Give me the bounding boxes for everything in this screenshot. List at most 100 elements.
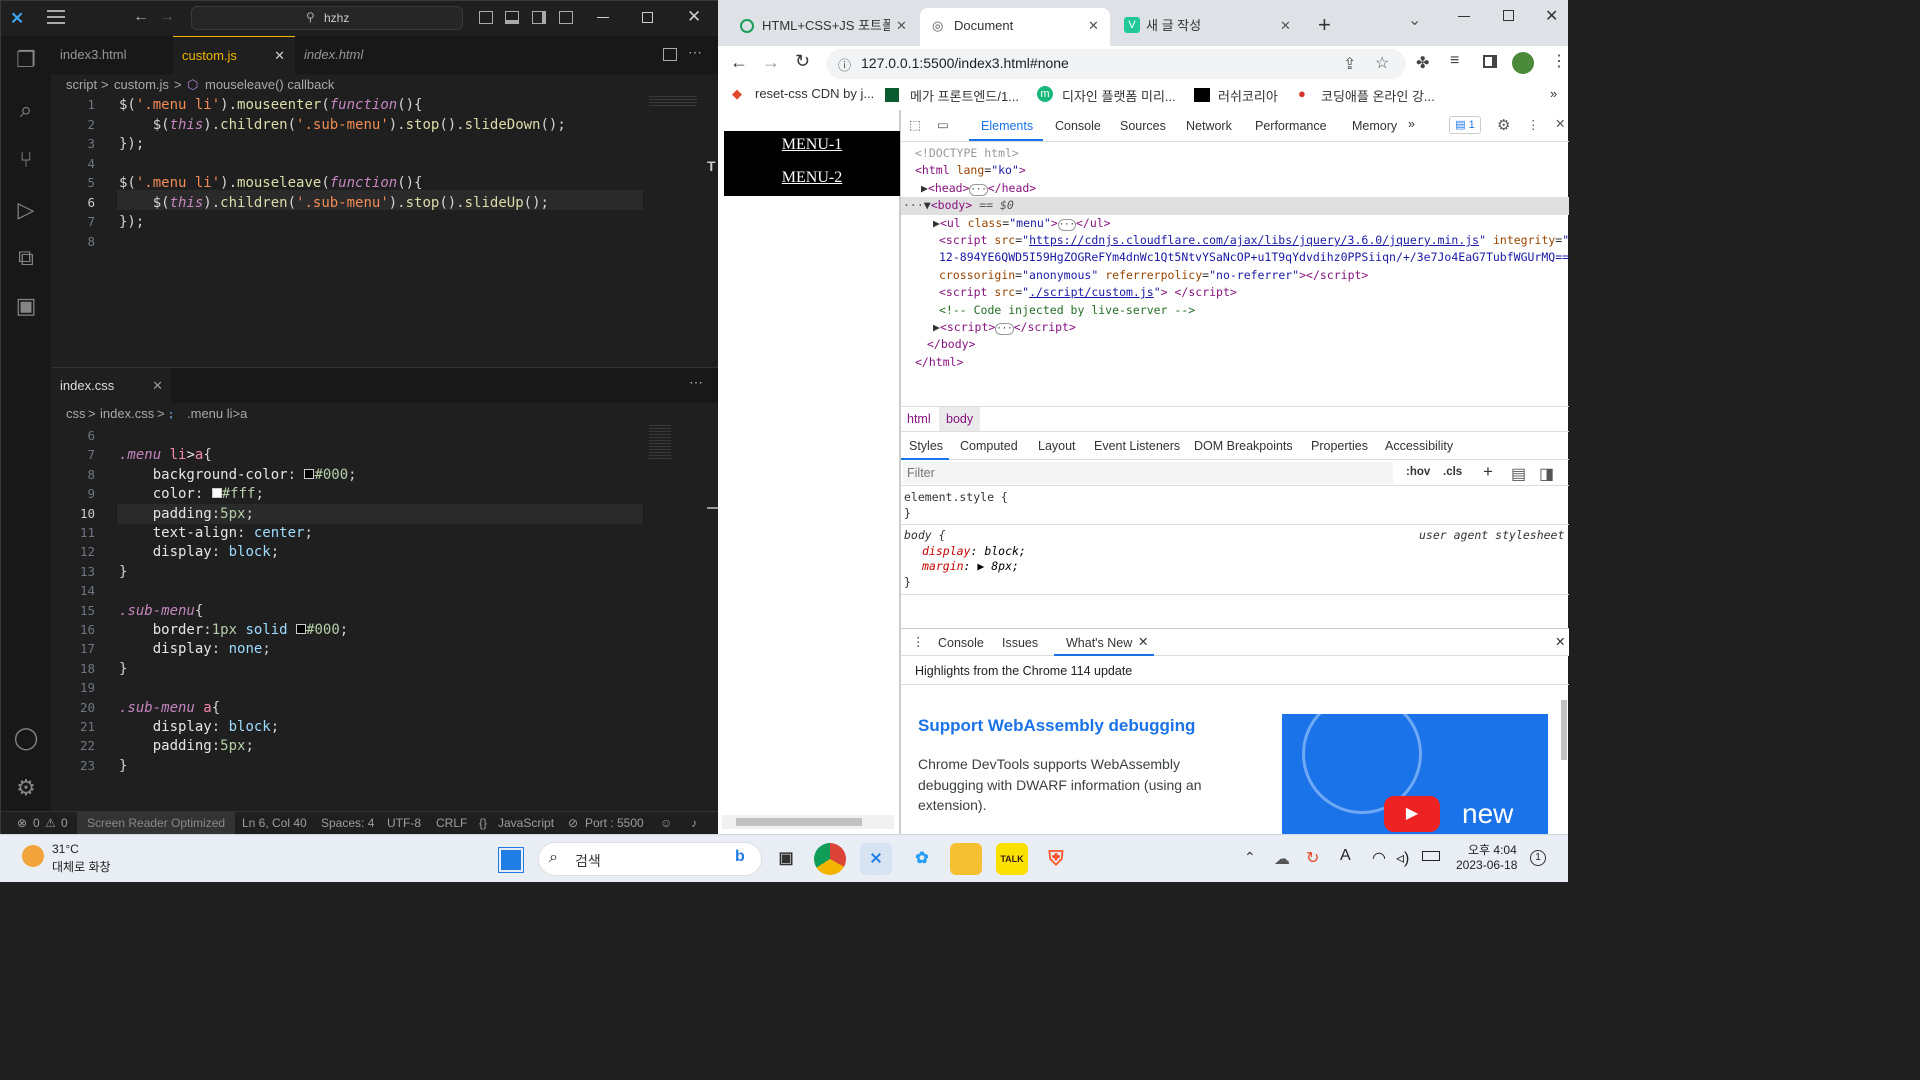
drawer-tab-console[interactable]: Console [938,636,984,650]
brave-icon[interactable]: ⛨ [1040,843,1072,875]
menu-icon[interactable] [47,10,65,24]
file-explorer-icon[interactable] [950,843,982,875]
volume-icon[interactable]: ◃) [1396,848,1409,868]
declaration[interactable]: margin: ▶ 8px; [922,559,1019,573]
minimize-icon[interactable] [597,17,609,18]
tab-performance[interactable]: Performance [1255,119,1327,133]
breadcrumb-item[interactable]: mouseleave() callback [205,77,334,92]
dom-node[interactable]: <html lang="ko"> [915,163,1026,177]
kebab-menu-icon[interactable]: ⋮ [1527,117,1540,132]
cursor-position[interactable]: Ln 6, Col 40 [242,816,307,830]
breadcrumb-item[interactable]: css [66,406,86,421]
tab-computed[interactable]: Computed [960,439,1018,453]
search-icon[interactable]: ⌕ [12,96,40,124]
more-actions-icon[interactable]: ⋯ [688,44,702,61]
live-server-port[interactable]: Port : 5500 [585,816,644,830]
sync-icon[interactable]: ↻ [1306,848,1319,868]
tab-memory[interactable]: Memory [1352,119,1397,133]
errors-count[interactable]: 0 [33,816,40,830]
remote-explorer-icon[interactable]: ▣ [12,292,40,320]
menu-link-2[interactable]: MENU-2 [724,169,900,187]
split-editor-icon[interactable] [663,48,677,61]
reading-list-icon[interactable]: ≡ [1450,52,1459,70]
more-tabs-icon[interactable]: » [1408,117,1415,131]
settings-gear-icon[interactable]: ⚙ [12,774,40,802]
bookmark-item[interactable]: 코딩애플 온라인 강... [1321,86,1435,105]
device-toolbar-icon[interactable]: ▭ [937,117,949,132]
battery-icon[interactable] [1422,851,1440,861]
declaration[interactable]: display: block; [922,544,1026,558]
close-icon[interactable]: ✕ [1088,8,1099,44]
new-rule-icon[interactable]: + [1483,462,1493,482]
close-drawer-icon[interactable]: ✕ [1555,634,1565,649]
vscode-taskbar-icon[interactable]: ⨯ [860,843,892,875]
dom-node[interactable]: <script src="./script/custom.js"> </scri… [939,285,1237,299]
tab-accessibility[interactable]: Accessibility [1385,439,1453,453]
maximize-icon[interactable] [1503,10,1514,21]
crumb-body[interactable]: body [939,407,981,431]
menu-link-1[interactable]: MENU-1 [724,136,900,154]
body-rule-selector[interactable]: body { [904,528,946,542]
avatar[interactable] [1512,52,1534,74]
toggle-sidebar-icon[interactable] [479,11,493,24]
bookmark-item[interactable]: 디자인 플랫폼 미리... [1062,86,1176,105]
encoding[interactable]: UTF-8 [387,816,421,830]
tab-console[interactable]: Console [1055,119,1101,133]
chrome-icon[interactable] [814,843,846,875]
toggle-secondary-sidebar-icon[interactable] [532,11,546,24]
crumb-html[interactable]: html [907,412,931,426]
forward-arrow-icon[interactable]: → [762,52,780,73]
dom-node[interactable]: ···▼<body> == $0 [903,198,1014,212]
tab-layout[interactable]: Layout [1038,439,1076,453]
dom-node[interactable]: <!DOCTYPE html> [915,146,1019,160]
task-view-icon[interactable]: ▣ [770,843,802,875]
drawer-menu-icon[interactable]: ⋮ [912,634,925,649]
dom-node[interactable]: 12-894YE6QWD5I59HgZOGReFYm4dnWc1Qt5NtvYS… [939,250,1569,264]
hover-state-toggle[interactable]: :hov [1406,466,1430,478]
clock-date[interactable]: 2023-06-18 [1456,858,1517,872]
weather-icon[interactable] [22,845,44,867]
close-icon[interactable]: ✕ [1545,6,1558,26]
explorer-icon[interactable]: ❐ [12,46,40,74]
close-icon[interactable]: ✕ [152,368,163,403]
bell-icon[interactable]: ♪ [691,816,697,830]
bookmark-star-icon[interactable]: ☆ [1375,53,1389,73]
chevron-up-icon[interactable]: ⌃ [1244,849,1256,866]
onedrive-icon[interactable]: ☁ [1274,849,1290,869]
dom-node[interactable]: <script src="https://cdnjs.cloudflare.co… [939,233,1569,247]
indentation[interactable]: Spaces: 4 [321,816,374,830]
warnings-count[interactable]: 0 [61,816,68,830]
vertical-scrollbar[interactable] [1561,700,1567,760]
dom-node[interactable]: <!-- Code injected by live-server --> [939,303,1195,317]
weather-temp[interactable]: 31°C [52,842,79,856]
inspect-icon[interactable]: ⬚ [909,117,921,132]
screen-reader-status[interactable]: Screen Reader Optimized [77,812,236,835]
customize-layout-icon[interactable] [559,11,573,24]
settings-gear-icon[interactable]: ⚙ [1497,116,1510,134]
wifi-icon[interactable]: ◠ [1372,848,1386,868]
language-mode[interactable]: JavaScript [498,816,554,830]
source-control-icon[interactable]: ⑂ [12,146,40,174]
feedback-icon[interactable]: ☺ [660,816,672,830]
dom-node[interactable]: ▶<ul class="menu">···</ul> [933,216,1111,231]
extensions-puzzle-icon[interactable]: ✤ [1416,53,1429,73]
sidebar-toggle-icon[interactable]: ◨ [1539,464,1554,484]
close-icon[interactable]: ✕ [274,37,285,75]
weather-desc[interactable]: 대체로 화창 [52,858,111,875]
tab-index-css[interactable]: index.css ✕ [51,368,171,403]
dom-node[interactable]: ▶<head>···</head> [921,181,1036,196]
browser-tab[interactable]: HTML+CSS+JS 포트폴 ✕ [728,8,914,46]
breadcrumb-item[interactable]: script [66,77,97,92]
tab-index3-html[interactable]: index3.html [51,36,173,74]
close-icon[interactable]: ✕ [1555,116,1565,131]
reload-icon[interactable]: ↻ [795,51,810,72]
drawer-tab-whats-new[interactable]: What's New [1066,636,1132,650]
horizontal-scrollbar[interactable] [722,815,894,829]
new-tab-icon[interactable]: + [1318,12,1331,38]
side-panel-icon[interactable] [1483,55,1497,68]
clock-time[interactable]: 오후 4:04 [1468,841,1517,858]
dom-node[interactable]: crossorigin="anonymous" referrerpolicy="… [939,268,1368,282]
drawer-tab-issues[interactable]: Issues [1002,636,1038,650]
tab-sources[interactable]: Sources [1120,119,1166,133]
tab-custom-js[interactable]: custom.js ✕ [173,36,295,74]
